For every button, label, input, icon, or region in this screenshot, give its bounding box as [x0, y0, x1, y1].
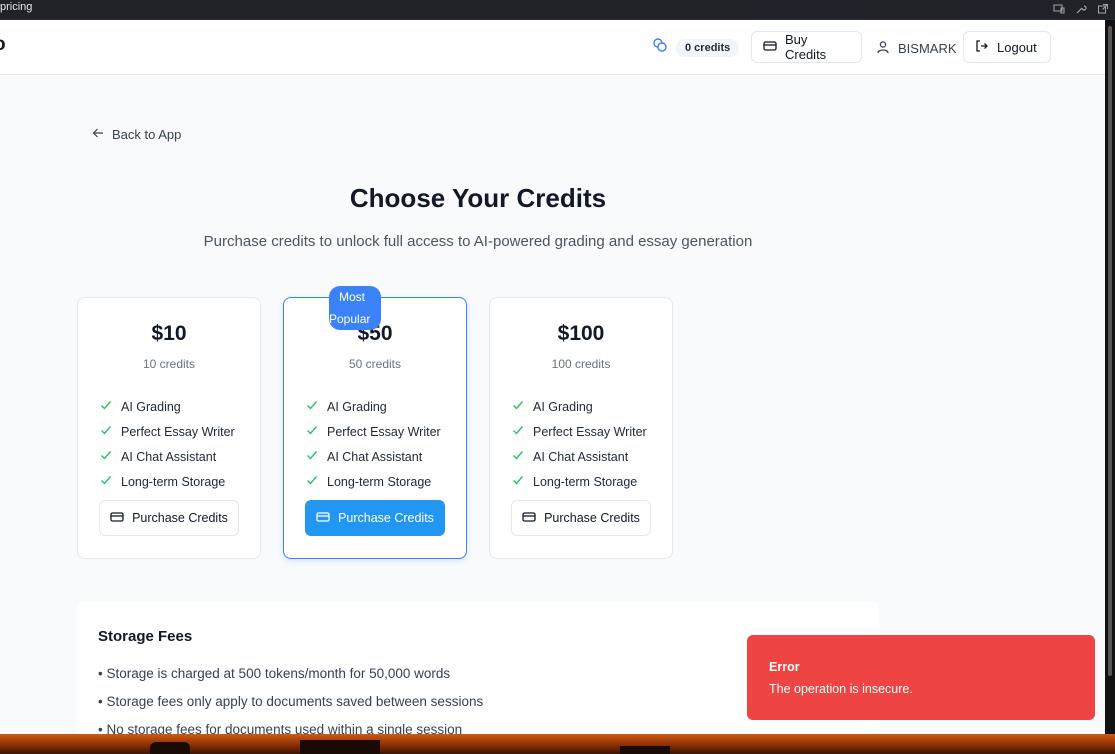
- feature-label: Perfect Essay Writer: [121, 424, 235, 439]
- check-icon: [100, 399, 112, 414]
- list-item: AI Grading: [512, 394, 647, 419]
- credit-card-icon: [110, 510, 124, 527]
- user-menu[interactable]: BISMARK: [876, 40, 957, 57]
- check-icon: [306, 474, 318, 489]
- coins-icon: [652, 37, 668, 58]
- silhouette: [620, 746, 670, 754]
- desktop-wallpaper: [0, 734, 1115, 754]
- check-icon: [100, 474, 112, 489]
- feature-label: Long-term Storage: [533, 474, 638, 489]
- wrench-icon[interactable]: [1075, 2, 1087, 14]
- list-item: AI Chat Assistant: [306, 444, 441, 469]
- purchase-credits-button[interactable]: Purchase Credits: [305, 500, 445, 536]
- purchase-credits-button[interactable]: Purchase Credits: [511, 500, 651, 536]
- storage-line: • Storage fees only apply to documents s…: [98, 694, 484, 709]
- toast-message: The operation is insecure.: [769, 682, 913, 696]
- plan-card-50: $50 50 credits AI Grading Perfect Essay …: [283, 297, 467, 559]
- list-item: AI Grading: [100, 394, 235, 419]
- check-icon: [100, 449, 112, 464]
- purchase-label: Purchase Credits: [338, 511, 434, 525]
- logo-fragment[interactable]: o: [0, 34, 6, 56]
- check-icon: [306, 449, 318, 464]
- devices-icon[interactable]: [1053, 2, 1065, 14]
- silhouette: [300, 740, 380, 754]
- list-item: Long-term Storage: [306, 469, 441, 494]
- username: BISMARK: [898, 41, 957, 56]
- scrollbar-thumb[interactable]: [1108, 26, 1112, 676]
- logout-label: Logout: [997, 39, 1037, 55]
- storage-line: • No storage fees for documents used wit…: [98, 722, 463, 734]
- check-icon: [306, 424, 318, 439]
- buy-credits-button[interactable]: Buy Credits: [751, 31, 862, 63]
- list-item: Perfect Essay Writer: [306, 419, 441, 444]
- plan-card-100: $100 100 credits AI Grading Perfect Essa…: [489, 297, 673, 559]
- feature-list: AI Grading Perfect Essay Writer AI Chat …: [306, 394, 441, 494]
- feature-list: AI Grading Perfect Essay Writer AI Chat …: [512, 394, 647, 494]
- plan-price: $10: [151, 322, 187, 345]
- credit-card-icon: [522, 510, 536, 527]
- credits-indicator: 0 credits: [652, 37, 740, 58]
- check-icon: [512, 474, 524, 489]
- list-item: Long-term Storage: [512, 469, 647, 494]
- page-subtitle: Purchase credits to unlock full access t…: [203, 233, 753, 250]
- list-item: AI Chat Assistant: [100, 444, 235, 469]
- list-item: Long-term Storage: [100, 469, 235, 494]
- scrollbar[interactable]: [1105, 20, 1115, 734]
- plan-credits: 100 credits: [551, 357, 611, 371]
- page-title: Choose Your Credits: [349, 183, 607, 213]
- badge-line-1: Most: [339, 290, 366, 304]
- logout-icon: [975, 39, 989, 56]
- purchase-label: Purchase Credits: [132, 511, 228, 525]
- feature-label: AI Grading: [327, 399, 387, 414]
- credits-badge: 0 credits: [676, 38, 740, 57]
- browser-tools: [1053, 2, 1109, 14]
- plan-credits: 10 credits: [142, 357, 196, 371]
- silhouette: [150, 742, 190, 754]
- feature-label: AI Chat Assistant: [327, 449, 423, 464]
- most-popular-badge: Most Popular: [329, 286, 381, 330]
- feature-label: Long-term Storage: [327, 474, 432, 489]
- feature-label: AI Grading: [121, 399, 181, 414]
- storage-line: • Storage is charged at 500 tokens/month…: [98, 666, 451, 681]
- plan-card-10: $10 10 credits AI Grading Perfect Essay …: [77, 297, 261, 559]
- feature-list: AI Grading Perfect Essay Writer AI Chat …: [100, 394, 235, 494]
- purchase-label: Purchase Credits: [544, 511, 640, 525]
- feature-label: Long-term Storage: [121, 474, 226, 489]
- plan-credits: 50 credits: [348, 357, 402, 371]
- external-link-icon[interactable]: [1097, 2, 1109, 14]
- plan-price: $100: [557, 322, 605, 345]
- badge-line-2: Popular: [329, 312, 371, 326]
- credit-card-icon: [763, 39, 777, 56]
- credit-card-icon: [316, 510, 330, 527]
- feature-label: AI Chat Assistant: [533, 449, 629, 464]
- buy-credits-label: Buy Credits: [785, 32, 827, 62]
- feature-label: AI Grading: [533, 399, 593, 414]
- storage-title: Storage Fees: [98, 628, 193, 645]
- list-item: Perfect Essay Writer: [512, 419, 647, 444]
- app-header: o 0 credits Buy Credits BISMARK Logout: [0, 20, 1105, 75]
- back-to-app-link[interactable]: Back to App: [92, 127, 181, 142]
- list-item: AI Chat Assistant: [512, 444, 647, 469]
- check-icon: [100, 424, 112, 439]
- error-toast[interactable]: Error The operation is insecure.: [747, 635, 1095, 720]
- back-label: Back to App: [112, 127, 182, 142]
- arrow-left-icon: [92, 127, 104, 142]
- purchase-credits-button[interactable]: Purchase Credits: [99, 500, 239, 536]
- toast-title: Error: [769, 660, 800, 674]
- feature-label: Perfect Essay Writer: [327, 424, 441, 439]
- url-fragment: pricing: [0, 1, 33, 13]
- list-item: AI Grading: [306, 394, 441, 419]
- check-icon: [512, 449, 524, 464]
- check-icon: [512, 424, 524, 439]
- app-window: o 0 credits Buy Credits BISMARK Logout B…: [0, 20, 1105, 734]
- browser-top-bar: pricing: [0, 0, 1115, 20]
- list-item: Perfect Essay Writer: [100, 419, 235, 444]
- feature-label: Perfect Essay Writer: [533, 424, 647, 439]
- feature-label: AI Chat Assistant: [121, 449, 217, 464]
- user-icon: [876, 40, 890, 57]
- logout-button[interactable]: Logout: [963, 31, 1051, 63]
- check-icon: [306, 399, 318, 414]
- check-icon: [512, 399, 524, 414]
